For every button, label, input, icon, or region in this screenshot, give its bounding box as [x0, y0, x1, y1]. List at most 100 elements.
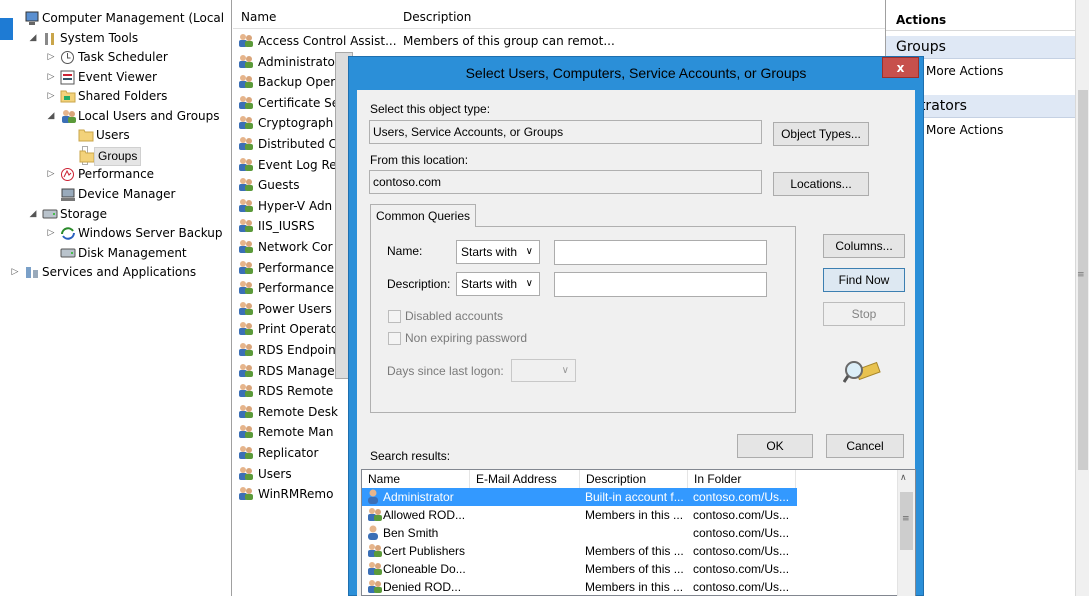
name-match-select[interactable]: Starts with ∨	[456, 240, 540, 264]
expander-icon[interactable]: ▷	[10, 263, 20, 282]
column-description-header[interactable]: Description	[403, 10, 471, 24]
results-header-email[interactable]: E-Mail Address	[470, 470, 580, 488]
group-name: Backup Oper	[258, 75, 336, 90]
services-icon	[24, 265, 40, 280]
user-icon	[366, 489, 380, 504]
locations-button[interactable]: Locations...	[773, 172, 869, 196]
computer-management-icon	[24, 11, 40, 26]
group-name: Network Cor	[258, 240, 333, 254]
result-row[interactable]: Denied ROD... Members in this ... contoso.…	[362, 578, 797, 596]
result-name: Allowed ROD...	[383, 508, 466, 522]
description-match-select[interactable]: Starts with ∨	[456, 272, 540, 296]
stop-button[interactable]: Stop	[823, 302, 905, 326]
column-name-header[interactable]: Name	[241, 10, 276, 24]
result-row[interactable]: Administrator Built-in account f... contos…	[362, 488, 797, 506]
expander-icon[interactable]: ▷	[46, 68, 56, 87]
object-type-label: Select this object type:	[370, 102, 491, 116]
expander-icon[interactable]	[10, 9, 20, 28]
tree-item[interactable]: Groups	[79, 145, 142, 166]
disabled-accounts-label: Disabled accounts	[405, 309, 504, 323]
scroll-grip-icon: ≡	[902, 514, 910, 524]
expander-icon[interactable]: ▷	[46, 48, 56, 67]
name-match-value: Starts with	[461, 245, 518, 259]
disabled-accounts-checkbox[interactable]	[388, 310, 401, 323]
result-row[interactable]: Allowed ROD... Members in this ... contoso…	[362, 506, 797, 524]
result-name: Denied ROD...	[383, 580, 462, 594]
description-query-input[interactable]	[554, 272, 767, 297]
columns-button[interactable]: Columns...	[823, 234, 905, 258]
location-label: From this location:	[370, 153, 469, 167]
group-icon	[237, 218, 255, 234]
tree-item-label: Device Manager	[78, 186, 176, 201]
description-query-label: Description:	[387, 277, 451, 291]
chevron-down-icon: ∨	[525, 278, 533, 289]
scroll-up-icon[interactable]: ∧	[900, 473, 907, 483]
group-icon	[237, 424, 255, 440]
days-since-logon-select[interactable]: ∨	[511, 359, 576, 382]
expander-icon[interactable]	[64, 126, 74, 145]
result-folder: contoso.com/Us...	[693, 544, 790, 558]
result-name: Administrator	[383, 490, 454, 504]
group-icon	[237, 383, 255, 399]
backup-icon	[60, 226, 76, 241]
object-types-button[interactable]: Object Types...	[773, 122, 869, 146]
user-icon	[366, 525, 380, 540]
list-header: Name Description	[233, 8, 885, 29]
results-scrollbar[interactable]: ∧ ≡	[897, 470, 915, 596]
expander-icon[interactable]	[46, 185, 56, 204]
result-folder: contoso.com/Us...	[693, 562, 790, 576]
device-manager-icon	[60, 187, 76, 202]
ok-button[interactable]: OK	[737, 434, 813, 458]
name-query-input[interactable]	[554, 240, 767, 265]
group-name: Cryptograph	[258, 116, 334, 131]
tree-item-label: System Tools	[60, 30, 139, 45]
result-row[interactable]: Ben Smith contoso.com/Us...	[362, 524, 797, 542]
performance-icon	[60, 167, 76, 182]
scrollbar-thumb[interactable]	[1078, 90, 1088, 470]
tree-item-label: Computer Management (Local	[42, 11, 225, 25]
results-header-name[interactable]: Name	[362, 470, 470, 488]
non-expiring-password-checkbox[interactable]	[388, 332, 401, 345]
result-description: Built-in account f...	[585, 490, 684, 504]
result-row[interactable]: Cert Publishers Members of this ... contos…	[362, 542, 797, 560]
group-icon	[237, 74, 255, 90]
tree-item-label: Groups	[94, 146, 142, 166]
more-actions-link-2[interactable]: More Actions	[926, 123, 1003, 137]
shared-folder-icon	[60, 89, 76, 104]
expander-icon[interactable]: ▷	[46, 87, 56, 106]
group-icon	[366, 507, 383, 522]
group-icon	[237, 321, 255, 337]
group-icon	[237, 136, 255, 152]
tree-item-label: Disk Management	[78, 245, 187, 260]
tree-item-label: Services and Applications	[42, 265, 197, 280]
more-actions-link[interactable]: More Actions	[926, 64, 1003, 78]
expander-icon[interactable]: ◢	[28, 205, 38, 224]
expander-icon[interactable]	[46, 244, 56, 263]
result-description: Members in this ...	[585, 508, 684, 522]
description-match-value: Starts with	[461, 277, 518, 291]
cancel-button[interactable]: Cancel	[826, 434, 904, 458]
expander-icon[interactable]: ▷	[46, 165, 56, 184]
group-icon	[237, 466, 255, 482]
expander-icon[interactable]	[65, 147, 75, 166]
clock-icon	[60, 50, 76, 65]
expander-icon[interactable]: ▷	[46, 224, 56, 243]
find-now-button[interactable]: Find Now	[823, 268, 905, 292]
result-name: Cloneable Do...	[383, 562, 466, 576]
group-icon	[237, 280, 255, 296]
main-vertical-scrollbar[interactable]: ≡	[1075, 0, 1089, 596]
expander-icon[interactable]: ◢	[28, 29, 38, 48]
result-row[interactable]: Cloneable Do... Members of this ... contos…	[362, 560, 797, 578]
group-icon	[237, 54, 255, 70]
storage-icon	[42, 207, 58, 222]
result-folder: contoso.com/Us...	[693, 526, 790, 540]
group-name: Power Users	[258, 301, 332, 316]
close-button[interactable]: x	[882, 57, 919, 78]
expander-icon[interactable]: ◢	[46, 107, 56, 126]
results-header-folder[interactable]: In Folder	[688, 470, 796, 488]
results-header-description[interactable]: Description	[580, 470, 688, 488]
group-icon	[366, 543, 383, 558]
group-icon	[237, 404, 255, 420]
group-icon	[237, 239, 255, 255]
tab-common-queries[interactable]: Common Queries	[370, 204, 476, 227]
